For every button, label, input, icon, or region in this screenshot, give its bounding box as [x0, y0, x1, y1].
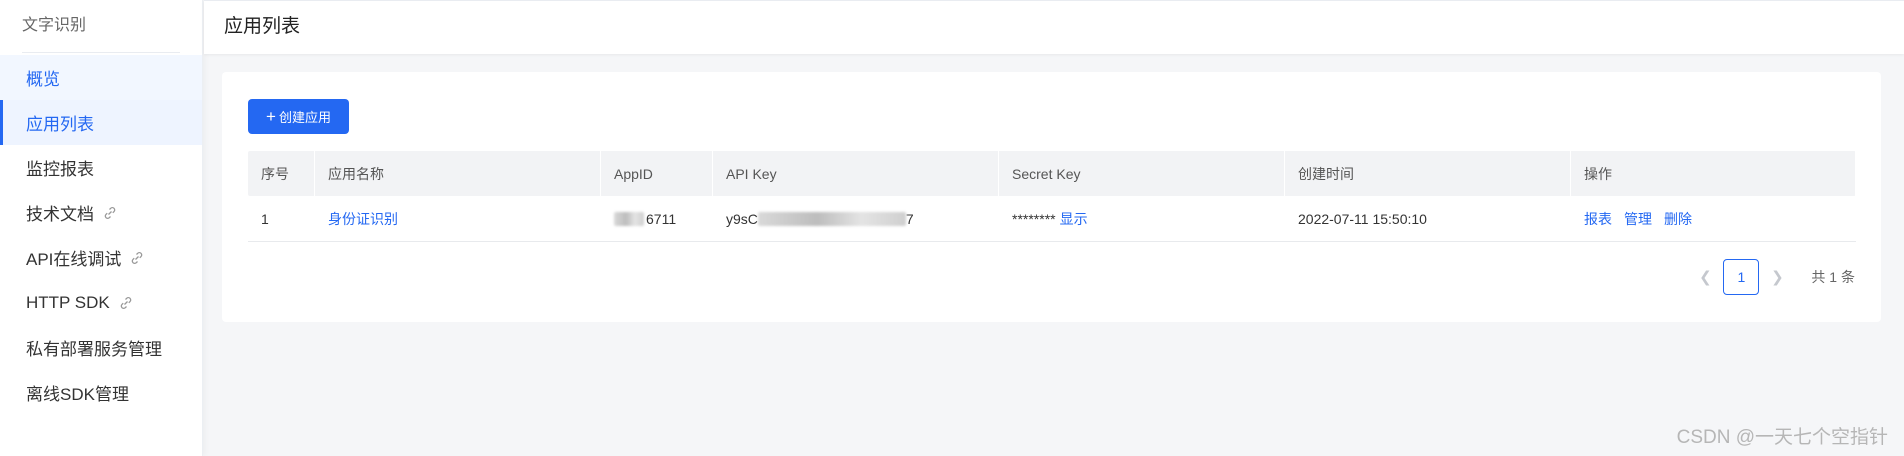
next-page-icon[interactable]: ❯	[1767, 260, 1787, 294]
sidebar-item-app-list[interactable]: 应用列表	[0, 100, 202, 145]
delete-link[interactable]: 删除	[1664, 209, 1692, 229]
row-index: 1	[261, 210, 269, 227]
page-number-current[interactable]: 1	[1723, 259, 1760, 295]
sidebar: 文字识别 概览 应用列表 监控报表 技术文档 API在线调试 HTTP SDK	[0, 0, 203, 456]
app-name-link[interactable]: 身份证识别	[328, 209, 398, 229]
sidebar-title: 文字识别	[22, 17, 87, 34]
column-header-actions: 操作	[1571, 151, 1856, 196]
sidebar-item-offline-sdk[interactable]: 离线SDK管理	[0, 370, 202, 415]
manage-link[interactable]: 管理	[1624, 209, 1652, 229]
pagination: ❮ 1 ❯ 共 1 条	[1687, 259, 1855, 295]
sidebar-item-private-deploy[interactable]: 私有部署服务管理	[0, 325, 202, 370]
row-name-cell: 身份证识别	[315, 196, 601, 241]
column-header-index: 序号	[248, 151, 315, 196]
create-app-label: 创建应用	[278, 110, 331, 125]
prev-page-icon[interactable]: ❮	[1695, 260, 1715, 294]
sidebar-divider	[22, 52, 180, 53]
column-header-api-key: API Key	[713, 151, 999, 196]
page-header: 应用列表	[204, 0, 1904, 54]
row-appid: 6711	[646, 210, 677, 227]
sidebar-item-label: 应用列表	[26, 115, 94, 134]
redacted-blur	[614, 211, 644, 226]
sidebar-nav: 概览 应用列表 监控报表 技术文档 API在线调试 HTTP SDK 私有部署服…	[0, 55, 202, 415]
pagination-total: 共 1 条	[1811, 269, 1855, 285]
column-header-created: 创建时间	[1285, 151, 1571, 196]
column-header-secret-key: Secret Key	[999, 151, 1285, 196]
redacted-blur	[757, 211, 906, 226]
sidebar-item-tech-docs[interactable]: 技术文档	[0, 190, 202, 235]
row-secret-masked: ********	[1012, 210, 1056, 227]
report-link[interactable]: 报表	[1584, 209, 1612, 229]
row-api-key-cell: y9sC 7	[713, 196, 999, 241]
sidebar-item-label: 概览	[26, 70, 60, 89]
row-created: 2022-07-11 15:50:10	[1298, 210, 1427, 227]
external-link-icon	[129, 250, 145, 266]
show-secret-link[interactable]: 显示	[1060, 209, 1088, 229]
create-app-button[interactable]: + 创建应用	[248, 99, 349, 134]
row-appid-cell: 6711	[601, 196, 713, 241]
sidebar-item-label: 监控报表	[26, 160, 94, 179]
external-link-icon	[118, 295, 134, 311]
sidebar-item-label: 离线SDK管理	[26, 385, 129, 404]
table-row: 1 身份证识别 6711 y9sC 7 ******** 显示 2022-07-…	[248, 196, 1856, 242]
column-header-name: 应用名称	[315, 151, 601, 196]
sidebar-item-label: 技术文档	[26, 205, 94, 224]
row-api-key-prefix: y9sC	[726, 210, 758, 227]
page-title: 应用列表	[224, 16, 301, 37]
plus-icon: +	[266, 107, 276, 126]
watermark: CSDN @一天七个空指针	[1676, 427, 1888, 448]
row-actions: 报表 管理 删除	[1571, 196, 1856, 241]
sidebar-item-overview[interactable]: 概览	[0, 55, 202, 100]
sidebar-item-label: API在线调试	[26, 250, 122, 269]
external-link-icon	[102, 205, 118, 221]
sidebar-item-monitor-report[interactable]: 监控报表	[0, 145, 202, 190]
app-table: 序号 应用名称 AppID API Key Secret Key 创建时间 操作…	[248, 151, 1856, 242]
row-api-key-suffix: 7	[905, 210, 914, 227]
column-header-appid: AppID	[601, 151, 713, 196]
sidebar-item-label: 私有部署服务管理	[26, 340, 162, 359]
sidebar-item-http-sdk[interactable]: HTTP SDK	[0, 280, 202, 325]
row-secret-key-cell: ******** 显示	[999, 196, 1285, 241]
sidebar-item-api-debug[interactable]: API在线调试	[0, 235, 202, 280]
app-list-card: + 创建应用 序号 应用名称 AppID API Key Secret Key …	[222, 72, 1881, 322]
sidebar-item-label: HTTP SDK	[26, 292, 110, 312]
table-header: 序号 应用名称 AppID API Key Secret Key 创建时间 操作	[248, 151, 1856, 196]
